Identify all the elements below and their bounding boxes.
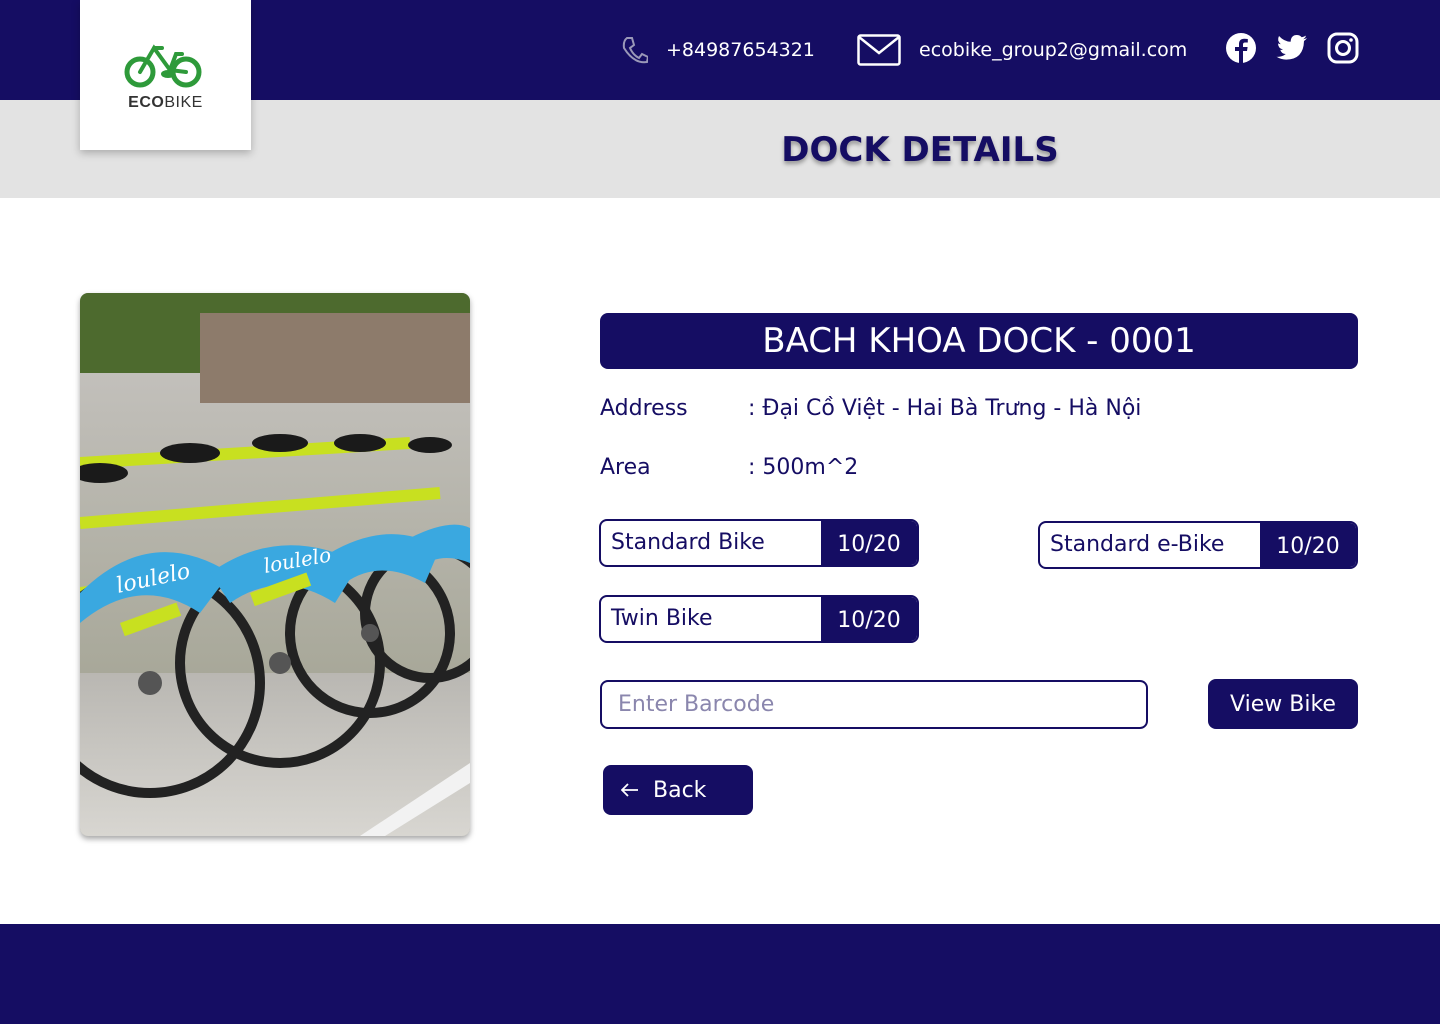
twin-bike-label: Twin Bike	[611, 606, 713, 631]
back-button[interactable]: Back	[603, 765, 753, 815]
barcode-input[interactable]	[600, 680, 1148, 729]
standard-bike-count: Standard Bike 10/20	[599, 519, 919, 567]
twin-bike-value: 10/20	[821, 597, 917, 641]
email-address[interactable]: ecobike_group2@gmail.com	[919, 39, 1187, 61]
logo[interactable]: ECOBIKE	[80, 0, 251, 150]
instagram-icon[interactable]	[1327, 32, 1359, 64]
standard-bike-value: 10/20	[821, 521, 917, 565]
standard-ebike-count: Standard e-Bike 10/20	[1038, 521, 1358, 569]
dock-photo: loulelo loulelo	[80, 293, 470, 836]
facebook-icon[interactable]	[1225, 32, 1257, 64]
standard-bike-label: Standard Bike	[611, 530, 765, 555]
arrow-left-icon	[621, 783, 639, 797]
area-label: Area	[600, 455, 651, 480]
page-title: DOCK DETAILS	[781, 130, 1059, 170]
social-links	[1225, 32, 1359, 64]
phone-icon	[622, 36, 648, 64]
email-contact[interactable]: ecobike_group2@gmail.com	[857, 0, 1187, 100]
bike-logo-icon	[124, 44, 202, 88]
phone-contact[interactable]: +84987654321	[622, 0, 815, 100]
footer	[0, 924, 1440, 1024]
mail-icon	[857, 34, 901, 66]
standard-ebike-label: Standard e-Bike	[1050, 532, 1225, 557]
twitter-icon[interactable]	[1276, 32, 1308, 64]
area-value: : 500m^2	[748, 455, 859, 480]
view-bike-button[interactable]: View Bike	[1208, 679, 1358, 729]
brand-name: ECOBIKE	[128, 94, 203, 111]
standard-ebike-value: 10/20	[1260, 523, 1356, 567]
phone-number[interactable]: +84987654321	[666, 39, 815, 61]
dock-name-banner: BACH KHOA DOCK - 0001	[600, 313, 1358, 369]
address-label: Address	[600, 396, 688, 421]
back-label: Back	[653, 777, 707, 803]
address-value: : Đại Cồ Việt - Hai Bà Trưng - Hà Nội	[748, 396, 1142, 421]
twin-bike-count: Twin Bike 10/20	[599, 595, 919, 643]
